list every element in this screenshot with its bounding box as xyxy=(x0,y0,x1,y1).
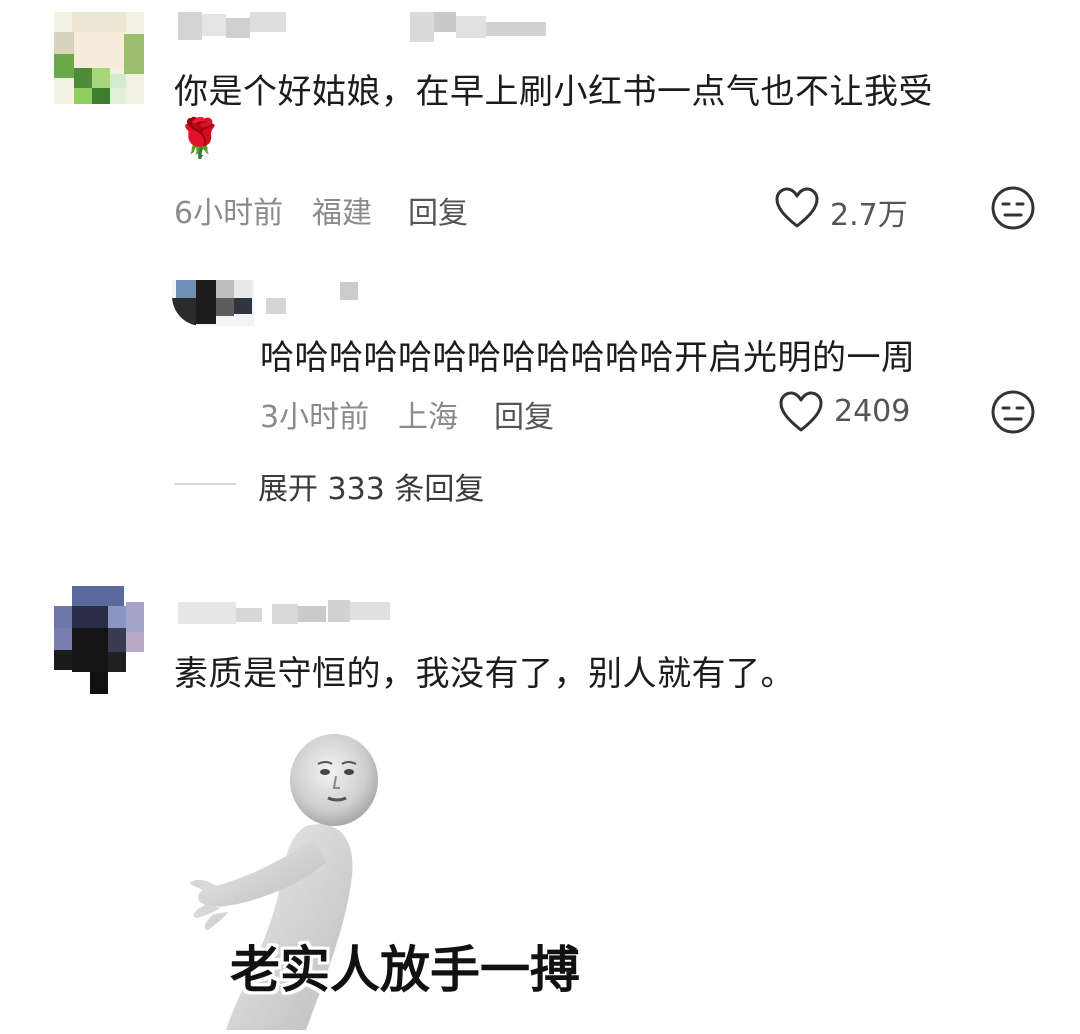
heart-icon[interactable] xyxy=(778,391,824,433)
reply-location: 上海 xyxy=(398,400,458,435)
avatar[interactable] xyxy=(54,586,144,694)
sticker-caption: 老实人放手一搏 xyxy=(230,941,580,999)
expressionless-face-icon[interactable] xyxy=(990,185,1036,231)
username[interactable] xyxy=(178,8,558,42)
avatar[interactable] xyxy=(54,12,144,104)
avatar[interactable] xyxy=(172,280,254,326)
comment-time: 6小时前 xyxy=(174,196,284,231)
divider-line xyxy=(174,483,236,485)
comment-location: 福建 xyxy=(312,196,372,231)
reply-button[interactable]: 回复 xyxy=(408,188,468,232)
rose-emoji: 🌹 xyxy=(176,116,224,160)
heart-icon[interactable] xyxy=(774,187,820,229)
like-count: 2409 xyxy=(834,394,911,429)
reply-time: 3小时前 xyxy=(260,400,370,435)
username[interactable] xyxy=(266,282,376,314)
expressionless-face-icon[interactable] xyxy=(990,389,1036,435)
username[interactable] xyxy=(178,596,408,628)
reply-text: 哈哈哈哈哈哈哈哈哈哈哈哈开启光明的一周 xyxy=(260,338,916,378)
reply-button[interactable]: 回复 xyxy=(494,392,554,436)
expand-replies-button[interactable]: 展开 333 条回复 xyxy=(258,464,484,508)
comment-text: 你是个好姑娘，在早上刷小红书一点气也不让我受 xyxy=(174,72,933,112)
comment-text: 素质是守恒的，我没有了，别人就有了。 xyxy=(174,654,795,694)
like-count: 2.7万 xyxy=(830,198,908,233)
